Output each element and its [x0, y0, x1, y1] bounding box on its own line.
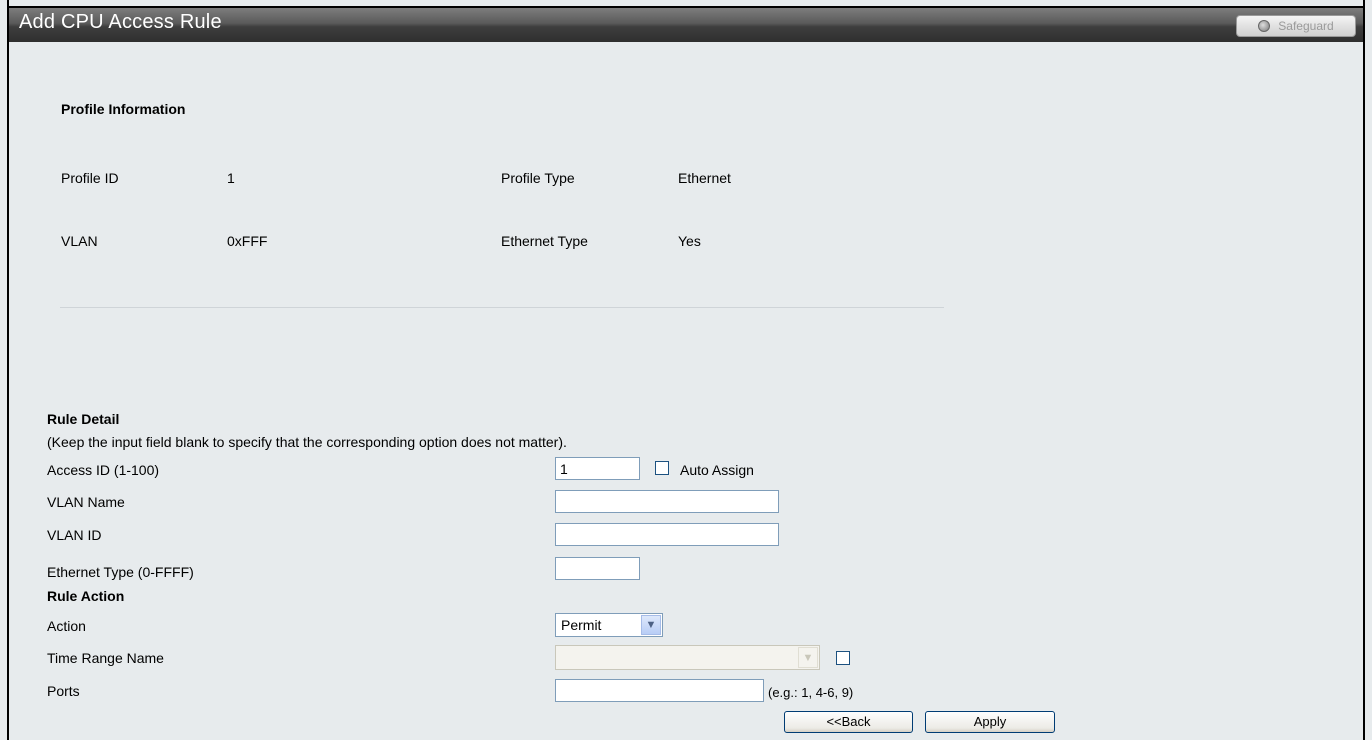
safeguard-label: Safeguard: [1278, 19, 1334, 33]
rule-action-heading: Rule Action: [47, 588, 125, 604]
time-range-checkbox[interactable]: [836, 651, 850, 665]
ports-label: Ports: [47, 683, 80, 699]
profile-id-label: Profile ID: [61, 170, 119, 186]
frame-left-border: [7, 0, 9, 740]
access-id-label: Access ID (1-100): [47, 462, 160, 478]
profile-id-value: 1: [227, 170, 235, 186]
chevron-down-icon[interactable]: ▼: [641, 615, 661, 635]
back-button[interactable]: <<Back: [784, 711, 913, 733]
title-bar: Add CPU Access Rule Safeguard: [9, 6, 1363, 42]
auto-assign-checkbox[interactable]: [655, 461, 669, 475]
profile-ethertype-value: Yes: [678, 233, 701, 249]
access-id-input[interactable]: 1: [555, 457, 640, 480]
section-divider: [60, 307, 944, 308]
profile-ethertype-label: Ethernet Type: [501, 233, 588, 249]
vlan-id-input[interactable]: [555, 523, 779, 546]
vlan-name-input[interactable]: [555, 490, 779, 513]
action-select-value: Permit: [561, 617, 602, 633]
profile-type-value: Ethernet: [678, 170, 731, 186]
profile-vlan-label: VLAN: [61, 233, 98, 249]
ports-hint: (e.g.: 1, 4-6, 9): [768, 685, 854, 700]
rule-detail-note: (Keep the input field blank to specify t…: [47, 434, 567, 450]
action-label: Action: [47, 618, 86, 634]
chevron-down-icon: ▼: [798, 647, 818, 668]
action-select[interactable]: Permit ▼: [555, 613, 663, 637]
safeguard-indicator-icon: [1258, 20, 1271, 32]
vlan-id-label: VLAN ID: [47, 527, 102, 543]
frame-right-border: [1363, 0, 1365, 740]
auto-assign-label: Auto Assign: [680, 462, 754, 478]
profile-vlan-value: 0xFFF: [227, 233, 268, 249]
profile-type-label: Profile Type: [501, 170, 575, 186]
ethertype-input[interactable]: [555, 557, 640, 580]
page-title: Add CPU Access Rule: [19, 11, 222, 33]
time-range-label: Time Range Name: [47, 650, 164, 666]
safeguard-button[interactable]: Safeguard: [1236, 15, 1356, 37]
apply-button[interactable]: Apply: [925, 711, 1055, 733]
ports-input[interactable]: [555, 679, 764, 702]
rule-detail-heading: Rule Detail: [47, 411, 120, 427]
vlan-name-label: VLAN Name: [47, 494, 125, 510]
ethertype-label: Ethernet Type (0-FFFF): [47, 564, 194, 580]
time-range-select[interactable]: ▼: [555, 645, 820, 670]
profile-info-heading: Profile Information: [61, 101, 186, 117]
